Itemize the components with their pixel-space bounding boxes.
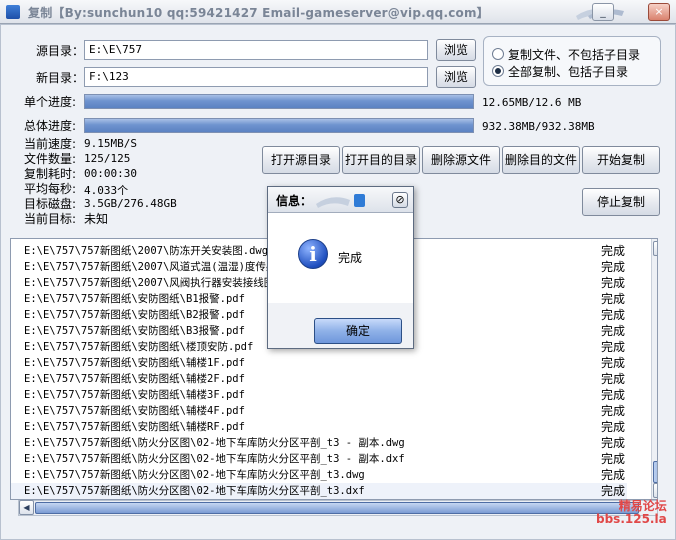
- option-with-subdirs-label[interactable]: 全部复制、包括子目录: [508, 63, 628, 80]
- horizontal-scroll-thumb[interactable]: [35, 502, 639, 514]
- list-item[interactable]: E:\E\757\757新图纸\防火分区图\02-地下车库防火分区平剖_t3.d…: [11, 483, 627, 499]
- list-item-status: 完成: [601, 404, 626, 418]
- list-item-path: E:\E\757\757新图纸\2007\风阀执行器安装接线图.dwg: [24, 277, 300, 289]
- list-item[interactable]: E:\E\757\757新图纸\防火分区图\02-地下车库防火分区平剖_t3.d…: [11, 467, 627, 483]
- window-title: 复制【By:sunchun10 qq:59421427 Email-gamese…: [28, 6, 489, 20]
- list-item-path: E:\E\757\757新图纸\安防图纸\B1报警.pdf: [24, 293, 245, 305]
- watermark: 精易论坛 bbs.125.la: [596, 500, 667, 526]
- current-target-label: 当前目标:: [24, 212, 77, 226]
- list-item[interactable]: E:\E\757\757新图纸\安防图纸\辅楼2F.pdf 完成: [11, 371, 627, 387]
- minimize-button[interactable]: _: [592, 3, 614, 21]
- dialog-ok-button[interactable]: 确定: [314, 318, 402, 344]
- browse-target-button[interactable]: 浏览: [436, 66, 476, 88]
- total-progress-label: 总体进度:: [24, 119, 77, 133]
- list-item-status: 完成: [601, 468, 626, 482]
- start-copy-button[interactable]: 开始复制: [582, 146, 660, 174]
- list-item-path: E:\E\757\757新图纸\安防图纸\辅楼1F.pdf: [24, 357, 245, 369]
- source-label: 源目录：: [36, 44, 85, 58]
- list-item-path: E:\E\757\757新图纸\2007\防冻开关安装图.dwg: [24, 245, 269, 257]
- single-progress-label: 单个进度:: [24, 95, 77, 109]
- list-item-status: 完成: [601, 372, 626, 386]
- scroll-down-icon[interactable]: ▼: [653, 483, 657, 498]
- vertical-scroll-thumb[interactable]: [653, 461, 657, 483]
- target-label: 新目录：: [36, 71, 85, 85]
- radio-with-subdirs[interactable]: [492, 65, 504, 77]
- list-item-status: 完成: [601, 324, 626, 338]
- delete-target-button[interactable]: 删除目的文件: [502, 146, 580, 174]
- list-item-path: E:\E\757\757新图纸\安防图纸\B3报警.pdf: [24, 325, 245, 337]
- list-item-status: 完成: [601, 292, 626, 306]
- single-progress-text: 12.65MB/12.6 MB: [482, 96, 582, 109]
- close-button[interactable]: ×: [648, 3, 670, 21]
- source-input[interactable]: E:\E\757: [84, 40, 428, 60]
- list-item-path: E:\E\757\757新图纸\防火分区图\02-地下车库防火分区平剖_t3.d…: [24, 469, 365, 481]
- total-progress-bar: [84, 118, 474, 133]
- delete-source-button[interactable]: 删除源文件: [422, 146, 500, 174]
- scroll-up-icon[interactable]: ▲: [653, 241, 657, 256]
- list-item-path: E:\E\757\757新图纸\安防图纸\楼顶安防.pdf: [24, 341, 254, 353]
- per-second-value: 4.033个: [84, 184, 129, 197]
- list-item-path: E:\E\757\757新图纸\安防图纸\辅楼3F.pdf: [24, 389, 245, 401]
- dialog-close-icon[interactable]: ⊘: [392, 192, 408, 208]
- list-item-path: E:\E\757\757新图纸\安防图纸\辅楼2F.pdf: [24, 373, 245, 385]
- info-dialog: 信息： ⊘ i 完成 确定: [267, 186, 414, 349]
- target-input[interactable]: F:\123: [84, 67, 428, 87]
- list-item-status: 完成: [601, 452, 626, 466]
- info-icon: i: [298, 239, 328, 269]
- list-item[interactable]: E:\E\757\757新图纸\安防图纸\辅楼RF.pdf 完成: [11, 419, 627, 435]
- list-item-path: E:\E\757\757新图纸\安防图纸\B2报警.pdf: [24, 309, 245, 321]
- list-item-path: E:\E\757\757新图纸\安防图纸\辅楼4F.pdf: [24, 405, 245, 417]
- browse-source-button[interactable]: 浏览: [436, 39, 476, 61]
- elapsed-value: 00:00:30: [84, 167, 137, 180]
- list-item[interactable]: E:\E\757\757新图纸\安防图纸\辅楼4F.pdf 完成: [11, 403, 627, 419]
- list-item[interactable]: E:\E\757\757新图纸\防火分区图\02-地下车库防火分区平剖_t3 -…: [11, 435, 627, 451]
- list-item[interactable]: E:\E\757\757新图纸\安防图纸\辅楼3F.pdf 完成: [11, 387, 627, 403]
- list-item-path: E:\E\757\757新图纸\安防图纸\辅楼RF.pdf: [24, 421, 245, 433]
- list-item-status: 完成: [601, 340, 626, 354]
- disk-value: 3.5GB/276.48GB: [84, 197, 177, 210]
- watermark-line2: bbs.125.la: [596, 512, 667, 526]
- list-item-status: 完成: [601, 356, 626, 370]
- open-source-button[interactable]: 打开源目录: [262, 146, 340, 174]
- list-item-status: 完成: [601, 388, 626, 402]
- speed-value: 9.15MB/S: [84, 137, 137, 150]
- list-item-status: 完成: [601, 484, 626, 498]
- dialog-logo-icon: [316, 194, 365, 208]
- list-item-status: 完成: [601, 244, 626, 258]
- list-item[interactable]: E:\E\757\757新图纸\防火分区图\02-地下车库防火分区平剖_t3 -…: [11, 451, 627, 467]
- list-item-path: E:\E\757\757新图纸\防火分区图\02-地下车库防火分区平剖_t3 -…: [24, 437, 405, 449]
- list-item[interactable]: E:\E\757\757新图纸\安防图纸\辅楼1F.pdf 完成: [11, 355, 627, 371]
- stop-copy-button[interactable]: 停止复制: [582, 188, 660, 216]
- open-target-button[interactable]: 打开目的目录: [342, 146, 420, 174]
- horizontal-scrollbar[interactable]: ◀: [18, 500, 658, 516]
- list-item-status: 完成: [601, 420, 626, 434]
- app-icon: [6, 5, 20, 19]
- list-item-status: 完成: [601, 260, 626, 274]
- radio-files-only[interactable]: [492, 48, 504, 60]
- dialog-title: 信息：: [276, 194, 313, 208]
- scroll-left-icon[interactable]: ◀: [19, 500, 34, 515]
- current-target-value: 未知: [84, 212, 109, 226]
- list-item-status: 完成: [601, 308, 626, 322]
- dialog-message: 完成: [338, 251, 363, 265]
- list-item-path: E:\E\757\757新图纸\防火分区图\02-地下车库防火分区平剖_t3.d…: [24, 485, 365, 497]
- list-item-status: 完成: [601, 436, 626, 450]
- vertical-scrollbar[interactable]: ▲ ▼: [651, 239, 657, 499]
- count-value: 125/125: [84, 152, 131, 165]
- total-progress-text: 932.38MB/932.38MB: [482, 120, 595, 133]
- list-item-status: 完成: [601, 276, 626, 290]
- option-files-only-label[interactable]: 复制文件、不包括子目录: [508, 46, 640, 63]
- single-progress-bar: [84, 94, 474, 109]
- list-item-path: E:\E\757\757新图纸\防火分区图\02-地下车库防火分区平剖_t3 -…: [24, 453, 405, 465]
